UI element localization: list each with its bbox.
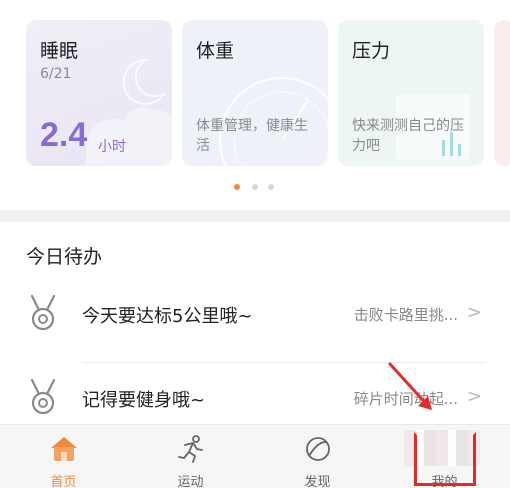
arrow-annotation-icon bbox=[388, 362, 432, 410]
running-icon bbox=[177, 435, 203, 463]
home-icon bbox=[50, 437, 77, 461]
section-divider bbox=[0, 210, 510, 222]
stress-card-desc: 快来测测自己的压力吧 bbox=[352, 118, 464, 154]
chevron-right-icon: > bbox=[466, 386, 482, 407]
next-card-peek[interactable] bbox=[494, 20, 510, 166]
todo-item-text: 今天要达标5公里哦~ bbox=[82, 306, 253, 327]
planet-icon bbox=[305, 437, 330, 461]
highlight-box bbox=[414, 432, 476, 486]
weight-card-desc: 体重管理，健康生活 bbox=[196, 118, 308, 154]
stress-card[interactable]: 压力 快来测测自己的压力吧 bbox=[338, 20, 484, 166]
stress-card-title: 压力 bbox=[352, 40, 391, 62]
todo-section-title: 今日待办 bbox=[26, 246, 103, 268]
medal-icon bbox=[30, 294, 56, 331]
todo-item-text: 记得要健身哦~ bbox=[82, 390, 206, 411]
sleep-card-title: 睡眠 bbox=[40, 40, 79, 62]
sleep-card-value: 2.4 bbox=[40, 116, 88, 154]
tab-sport-label: 运动 bbox=[177, 475, 204, 488]
weight-card-title: 体重 bbox=[196, 40, 235, 62]
tab-sport[interactable]: 运动 bbox=[127, 425, 254, 488]
sleep-card-date: 6/21 bbox=[40, 66, 72, 82]
sleep-card-unit: 小时 bbox=[98, 139, 126, 155]
page-dot bbox=[252, 184, 258, 190]
sleep-card[interactable]: 睡眠 6/21 2.4 小时 bbox=[26, 20, 172, 166]
tab-discover-label: 发现 bbox=[304, 475, 331, 488]
tab-home[interactable]: 首页 bbox=[0, 425, 127, 488]
tab-home-label: 首页 bbox=[50, 475, 77, 488]
todo-item[interactable]: 今天要达标5公里哦~ 击败卡路里挑... > bbox=[0, 286, 510, 346]
weight-card[interactable]: 体重 体重管理，健康生活 bbox=[182, 20, 328, 166]
page-dot-active bbox=[234, 184, 240, 190]
page-dot bbox=[268, 184, 274, 190]
carousel-page-indicator bbox=[234, 184, 278, 192]
chevron-right-icon: > bbox=[466, 302, 482, 323]
todo-item-hint: 击败卡路里挑... bbox=[353, 306, 458, 324]
health-cards-carousel[interactable]: 睡眠 6/21 2.4 小时 体重 体重管理，健康生活 压力 快来测测自己的压力… bbox=[0, 20, 510, 168]
tab-discover[interactable]: 发现 bbox=[254, 425, 381, 488]
medal-icon bbox=[30, 378, 56, 415]
